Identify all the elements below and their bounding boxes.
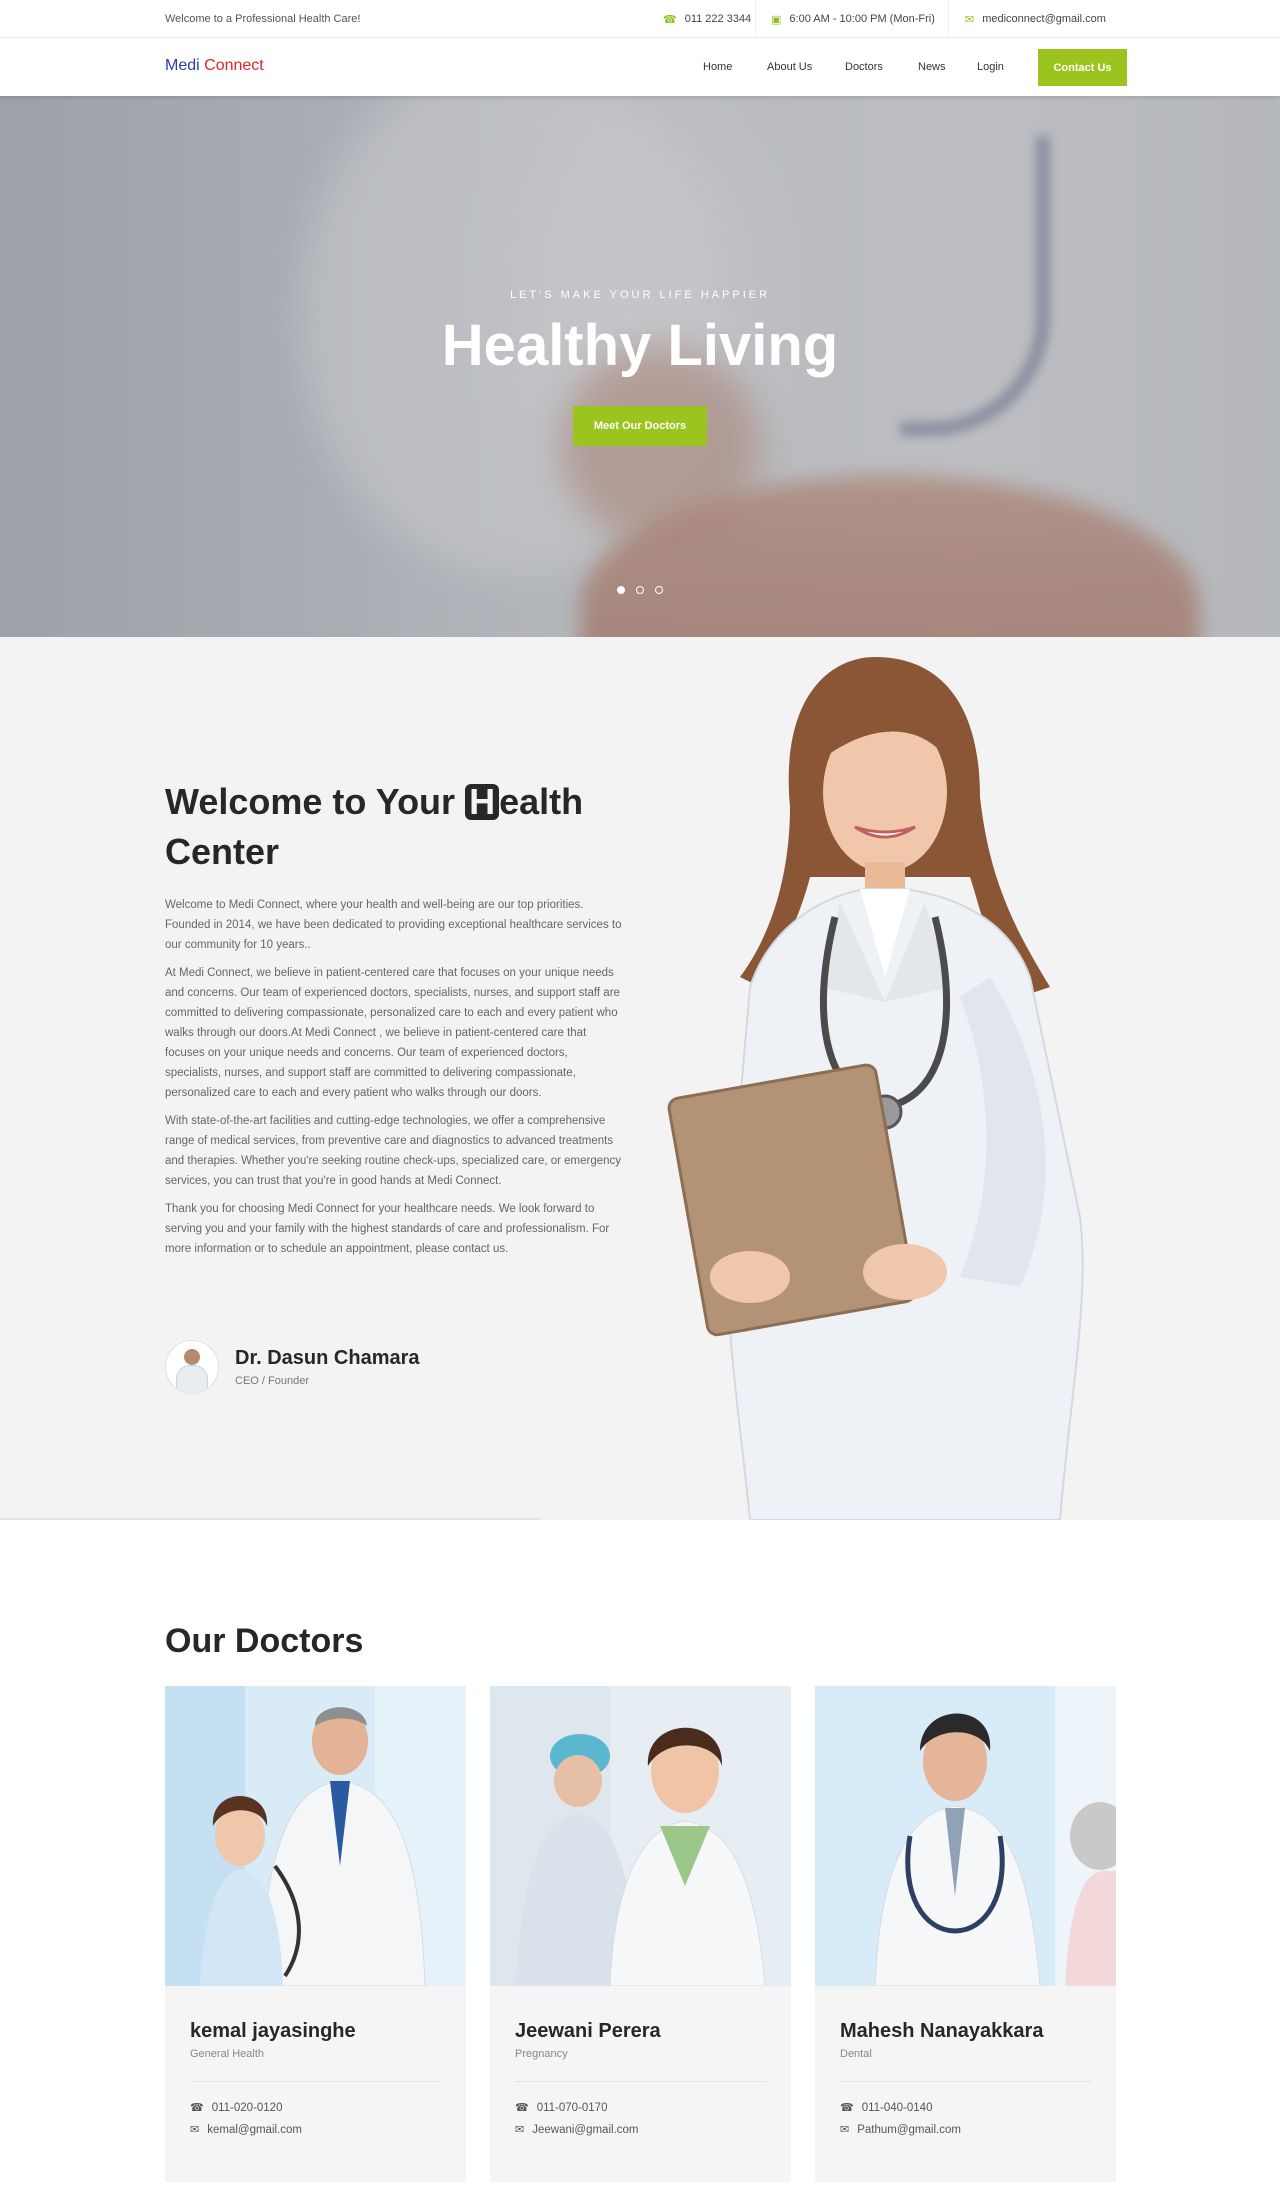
doctor-specialty: Pregnancy: [515, 2048, 568, 2060]
card-divider: [515, 2081, 766, 2082]
envelope-icon: ✉: [515, 2124, 525, 2136]
female-doctor-image: [667, 657, 1084, 1520]
card-divider: [190, 2081, 441, 2082]
divider: [948, 0, 949, 38]
envelope-icon: ✉: [190, 2124, 200, 2136]
title-part1: Welcome to Your: [165, 781, 466, 822]
phone-text: 011 222 3344: [684, 13, 752, 25]
phone-icon: ☎: [663, 13, 677, 26]
meet-our-doctors-button[interactable]: Meet Our Doctors: [573, 406, 707, 446]
envelope-icon: ✉: [965, 13, 975, 26]
doctor-name: Jeewani Perera: [515, 2020, 661, 2042]
doctor-specialty: Dental: [840, 2048, 872, 2060]
doctor-photo: [165, 1686, 466, 1986]
logo-part2: Connect: [204, 57, 264, 74]
slider-dot-3[interactable]: [655, 586, 663, 594]
title-highlight-letter: H: [465, 784, 500, 820]
nav-doctors[interactable]: Doctors: [845, 61, 883, 73]
section-divider: [0, 1518, 540, 1520]
doctor-photo: [490, 1686, 791, 1986]
hours-info: ▣ 6:00 AM - 10:00 PM (Mon-Fri): [771, 0, 935, 38]
envelope-icon: ✉: [840, 2124, 850, 2136]
nav-news[interactable]: News: [918, 61, 946, 73]
calendar-icon: ▣: [771, 13, 782, 26]
slider-dots: [617, 586, 663, 594]
founder-role: CEO / Founder: [235, 1375, 309, 1387]
doctors-section-title: Our Doctors: [165, 1622, 364, 1660]
doctor-photo: [815, 1686, 1116, 1986]
welcome-paragraph: Welcome to Medi Connect, where your heal…: [165, 899, 622, 951]
doctor-phone-text: 011-020-0120: [211, 2101, 283, 2114]
doctor-card[interactable]: kemal jayasinghe General Health ☎ 011-02…: [165, 1686, 466, 2182]
doctor-email-text: kemal@gmail.com: [207, 2123, 302, 2136]
hero-kicker: LET'S MAKE YOUR LIFE HAPPIER: [509, 289, 771, 301]
doctor-phone[interactable]: ☎ 011-070-0170: [515, 2101, 608, 2115]
doctor-email[interactable]: ✉ Pathum@gmail.com: [840, 2123, 961, 2137]
doctor-name: kemal jayasinghe: [190, 2020, 356, 2042]
divider: [755, 0, 756, 38]
slider-dot-1[interactable]: [617, 586, 625, 594]
welcome-paragraph: Thank you for choosing Medi Connect for …: [165, 1203, 610, 1255]
doctor-phone[interactable]: ☎ 011-040-0140: [840, 2101, 933, 2115]
phone-icon: ☎: [840, 2102, 854, 2114]
doctor-specialty: General Health: [190, 2048, 264, 2060]
doctor-phone[interactable]: ☎ 011-020-0120: [190, 2101, 283, 2115]
doctor-email-text: Pathum@gmail.com: [857, 2123, 961, 2136]
founder-name: Dr. Dasun Chamara: [235, 1347, 420, 1369]
doctor-card[interactable]: Mahesh Nanayakkara Dental ☎ 011-040-0140…: [815, 1686, 1116, 2182]
phone-info[interactable]: ☎ 011 222 3344: [663, 0, 751, 38]
nav-about[interactable]: About Us: [767, 61, 812, 73]
doctor-email[interactable]: ✉ kemal@gmail.com: [190, 2123, 302, 2137]
welcome-section: Welcome to Your Health Center Welcome to…: [0, 637, 1280, 1520]
main-navbar: Medi Connect Home About Us Doctors News …: [0, 38, 1280, 96]
logo[interactable]: Medi Connect: [165, 57, 264, 75]
email-info[interactable]: ✉ mediconnect@gmail.com: [965, 0, 1106, 38]
founder-signature: Dr. Dasun Chamara CEO / Founder: [165, 1340, 420, 1394]
welcome-text: Welcome to Medi Connect, where your heal…: [165, 895, 625, 1267]
doctor-name: Mahesh Nanayakkara: [840, 2020, 1044, 2042]
welcome-paragraph: At Medi Connect, we believe in patient-c…: [165, 967, 620, 1099]
welcome-paragraph: With state-of-the-art facilities and cut…: [165, 1115, 622, 1187]
doctor-phone-text: 011-070-0170: [536, 2101, 608, 2114]
nav-home[interactable]: Home: [703, 61, 732, 73]
nav-login[interactable]: Login: [977, 61, 1004, 73]
hero-title: Healthy Living: [441, 313, 839, 378]
email-text: mediconnect@gmail.com: [982, 13, 1106, 25]
doctor-email[interactable]: ✉ Jeewani@gmail.com: [515, 2123, 639, 2137]
avatar-head: [184, 1349, 200, 1365]
phone-icon: ☎: [190, 2102, 204, 2114]
founder-avatar: [165, 1340, 219, 1394]
hours-text: 6:00 AM - 10:00 PM (Mon-Fri): [789, 13, 935, 25]
contact-us-button[interactable]: Contact Us: [1038, 49, 1127, 86]
hero-slider: LET'S MAKE YOUR LIFE HAPPIER Healthy Liv…: [0, 96, 1280, 637]
avatar-coat: [176, 1365, 208, 1393]
welcome-message: Welcome to a Professional Health Care!: [165, 13, 361, 25]
slider-dot-2[interactable]: [636, 586, 644, 594]
doctor-email-text: Jeewani@gmail.com: [532, 2123, 639, 2136]
welcome-title: Welcome to Your Health Center: [165, 777, 625, 877]
doctor-card[interactable]: Jeewani Perera Pregnancy ☎ 011-070-0170 …: [490, 1686, 791, 2182]
doctor-phone-text: 011-040-0140: [861, 2101, 933, 2114]
logo-part1: Medi: [165, 57, 200, 74]
top-bar: Welcome to a Professional Health Care! ☎…: [0, 0, 1280, 38]
phone-icon: ☎: [515, 2102, 529, 2114]
card-divider: [840, 2081, 1091, 2082]
